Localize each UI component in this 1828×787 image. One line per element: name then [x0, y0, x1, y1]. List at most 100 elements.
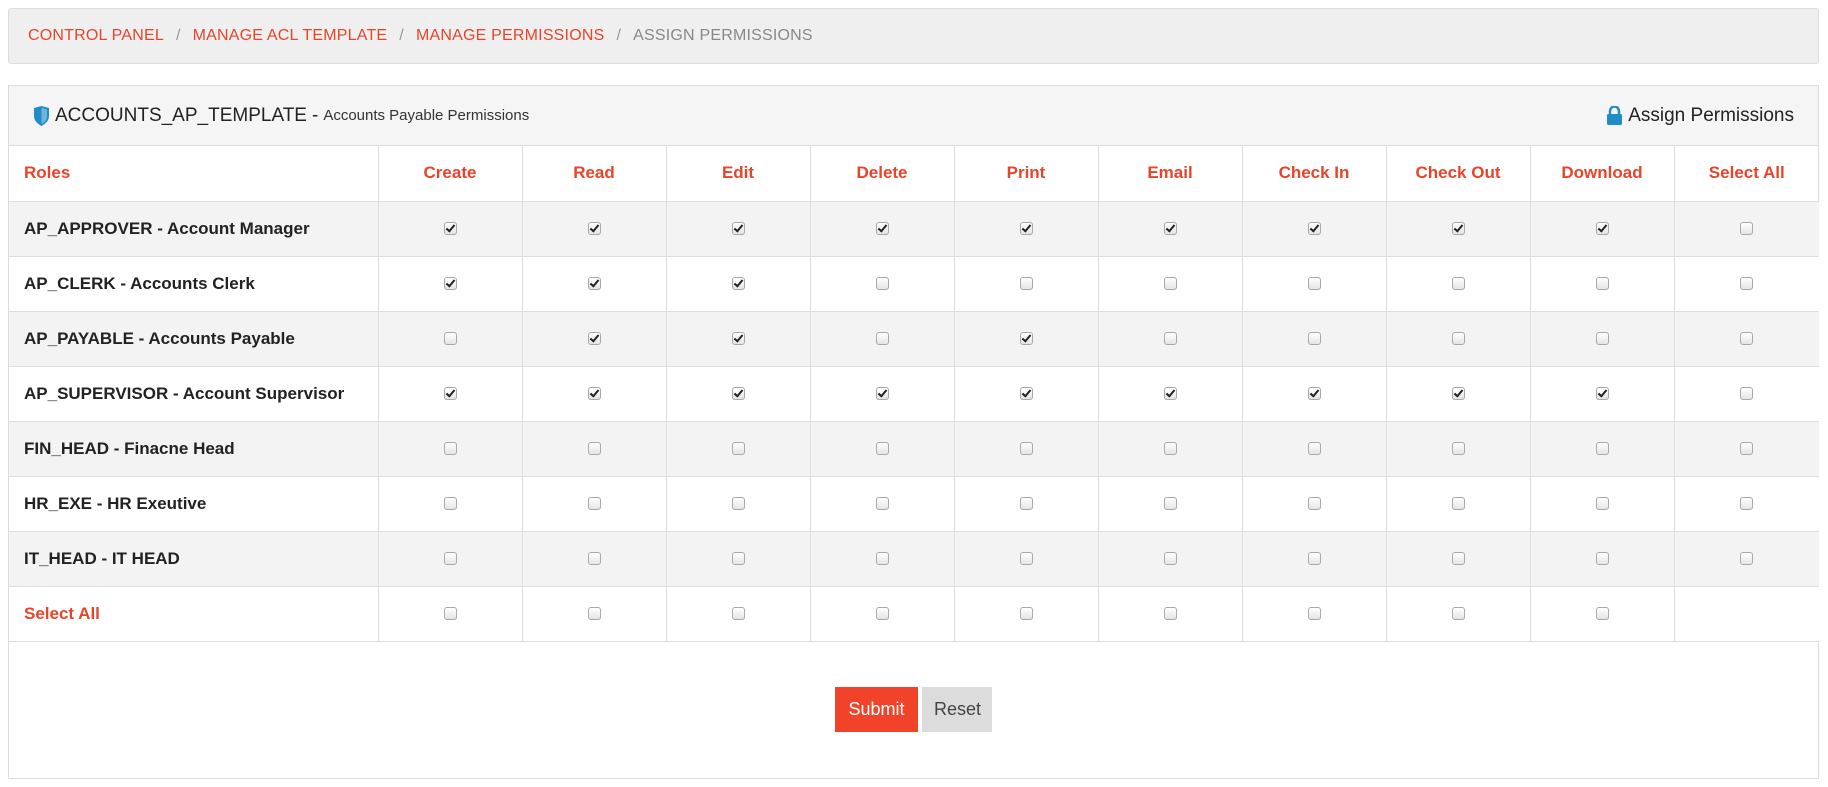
- permission-checkbox[interactable]: [587, 221, 601, 235]
- permission-checkbox[interactable]: [875, 386, 889, 400]
- permission-checkbox[interactable]: [1307, 496, 1321, 510]
- permission-checkbox[interactable]: [1451, 441, 1465, 455]
- permission-checkbox[interactable]: [443, 441, 457, 455]
- permission-checkbox[interactable]: [1019, 221, 1033, 235]
- table-row: AP_APPROVER - Account Manager: [9, 200, 1819, 257]
- permission-checkbox[interactable]: [1163, 496, 1177, 510]
- permission-checkbox[interactable]: [875, 606, 889, 620]
- permission-checkbox[interactable]: [443, 496, 457, 510]
- permission-checkbox[interactable]: [587, 276, 601, 290]
- column-header-download: Download: [1529, 146, 1675, 202]
- permission-checkbox[interactable]: [1595, 276, 1609, 290]
- permission-checkbox[interactable]: [1307, 276, 1321, 290]
- permission-checkbox[interactable]: [875, 441, 889, 455]
- permission-checkbox[interactable]: [875, 276, 889, 290]
- permission-checkbox[interactable]: [875, 551, 889, 565]
- permission-cell: [1385, 530, 1531, 587]
- permission-checkbox[interactable]: [443, 386, 457, 400]
- permission-checkbox[interactable]: [1451, 606, 1465, 620]
- permission-checkbox[interactable]: [443, 221, 457, 235]
- breadcrumb-manage-permissions[interactable]: MANAGE PERMISSIONS: [416, 27, 605, 45]
- permission-checkbox[interactable]: [731, 331, 745, 345]
- permission-checkbox[interactable]: [1740, 331, 1754, 345]
- permission-checkbox[interactable]: [1307, 331, 1321, 345]
- permission-checkbox[interactable]: [875, 496, 889, 510]
- role-name: AP_PAYABLE - Accounts Payable: [9, 310, 379, 367]
- permission-checkbox[interactable]: [731, 551, 745, 565]
- permission-cell: [1097, 530, 1243, 587]
- permission-checkbox[interactable]: [587, 331, 601, 345]
- permission-checkbox[interactable]: [587, 606, 601, 620]
- permission-checkbox[interactable]: [1451, 551, 1465, 565]
- select-all-cell: [521, 585, 667, 642]
- permission-checkbox[interactable]: [587, 441, 601, 455]
- permission-checkbox[interactable]: [587, 496, 601, 510]
- permission-checkbox[interactable]: [1740, 441, 1754, 455]
- permission-cell: [377, 530, 523, 587]
- permission-cell: [521, 530, 667, 587]
- permission-checkbox[interactable]: [443, 551, 457, 565]
- permission-checkbox[interactable]: [1595, 386, 1609, 400]
- permission-checkbox[interactable]: [731, 386, 745, 400]
- column-header-check-in: Check In: [1241, 146, 1387, 202]
- permission-cell: [1241, 200, 1387, 257]
- permission-checkbox[interactable]: [443, 276, 457, 290]
- permission-checkbox[interactable]: [1740, 551, 1754, 565]
- permission-checkbox[interactable]: [1451, 386, 1465, 400]
- permission-checkbox[interactable]: [1595, 551, 1609, 565]
- form-actions: Submit Reset: [9, 686, 1818, 732]
- permission-checkbox[interactable]: [1451, 221, 1465, 235]
- permission-checkbox[interactable]: [1595, 606, 1609, 620]
- submit-button[interactable]: Submit: [835, 686, 918, 732]
- permission-cell: [665, 475, 811, 532]
- permission-checkbox[interactable]: [1740, 276, 1754, 290]
- permission-checkbox[interactable]: [1019, 606, 1033, 620]
- role-name: IT_HEAD - IT HEAD: [9, 530, 379, 587]
- permission-checkbox[interactable]: [1163, 606, 1177, 620]
- permission-checkbox[interactable]: [1163, 441, 1177, 455]
- permission-checkbox[interactable]: [875, 221, 889, 235]
- permission-checkbox[interactable]: [1163, 551, 1177, 565]
- permission-checkbox[interactable]: [731, 606, 745, 620]
- permission-cell: [1385, 365, 1531, 422]
- permission-checkbox[interactable]: [1307, 551, 1321, 565]
- breadcrumb-manage-acl-template[interactable]: MANAGE ACL TEMPLATE: [193, 27, 388, 45]
- permission-checkbox[interactable]: [1740, 386, 1754, 400]
- permission-checkbox[interactable]: [1307, 441, 1321, 455]
- permission-checkbox[interactable]: [1019, 331, 1033, 345]
- permission-checkbox[interactable]: [1595, 441, 1609, 455]
- permission-checkbox[interactable]: [1163, 221, 1177, 235]
- permission-checkbox[interactable]: [1163, 276, 1177, 290]
- permission-checkbox[interactable]: [731, 441, 745, 455]
- permission-checkbox[interactable]: [1740, 221, 1754, 235]
- permission-checkbox[interactable]: [1451, 496, 1465, 510]
- permission-checkbox[interactable]: [587, 551, 601, 565]
- permission-cell: [1241, 420, 1387, 477]
- permission-checkbox[interactable]: [1163, 386, 1177, 400]
- permission-checkbox[interactable]: [1019, 496, 1033, 510]
- permission-checkbox[interactable]: [731, 276, 745, 290]
- permission-checkbox[interactable]: [587, 386, 601, 400]
- permission-checkbox[interactable]: [875, 331, 889, 345]
- permission-checkbox[interactable]: [1163, 331, 1177, 345]
- permission-checkbox[interactable]: [731, 496, 745, 510]
- permission-checkbox[interactable]: [1019, 386, 1033, 400]
- permission-checkbox[interactable]: [1019, 276, 1033, 290]
- permission-checkbox[interactable]: [1307, 386, 1321, 400]
- permission-checkbox[interactable]: [1595, 331, 1609, 345]
- permission-checkbox[interactable]: [1740, 496, 1754, 510]
- permission-checkbox[interactable]: [1307, 606, 1321, 620]
- column-header-check-out: Check Out: [1385, 146, 1531, 202]
- permission-checkbox[interactable]: [1451, 331, 1465, 345]
- reset-button[interactable]: Reset: [922, 686, 992, 732]
- permission-checkbox[interactable]: [1595, 496, 1609, 510]
- permission-checkbox[interactable]: [1019, 441, 1033, 455]
- permission-checkbox[interactable]: [731, 221, 745, 235]
- permission-checkbox[interactable]: [1019, 551, 1033, 565]
- permission-checkbox[interactable]: [443, 606, 457, 620]
- permission-checkbox[interactable]: [1307, 221, 1321, 235]
- permission-checkbox[interactable]: [1595, 221, 1609, 235]
- permission-checkbox[interactable]: [1451, 276, 1465, 290]
- breadcrumb-control-panel[interactable]: CONTROL PANEL: [28, 27, 164, 45]
- permission-checkbox[interactable]: [443, 331, 457, 345]
